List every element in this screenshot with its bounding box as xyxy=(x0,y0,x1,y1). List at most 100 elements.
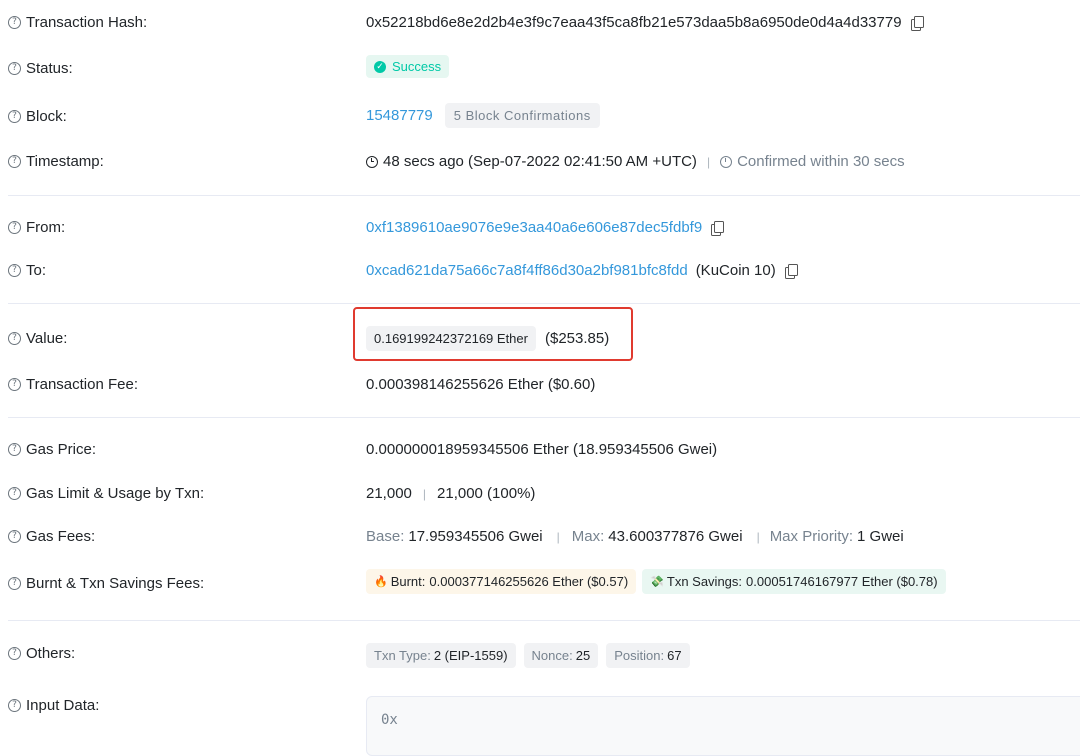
help-icon[interactable]: ? xyxy=(8,332,21,345)
label-text: Block: xyxy=(26,108,67,125)
base-fee-value: 17.959345506 Gwei xyxy=(408,528,543,545)
separator: | xyxy=(556,529,560,544)
clock-icon xyxy=(366,155,378,168)
label-to: ? To: xyxy=(8,262,46,279)
copy-icon[interactable] xyxy=(710,220,725,236)
label-gas-fees: ? Gas Fees: xyxy=(8,528,95,545)
burnt-value: 0.000377146255626 Ether ($0.57) xyxy=(429,574,629,589)
label-gas-price: ? Gas Price: xyxy=(8,441,96,458)
max-fee-label: Max: xyxy=(571,528,605,545)
label-text: Gas Price: xyxy=(26,441,97,458)
label-status: ? Status: xyxy=(8,60,73,77)
help-icon[interactable]: ? xyxy=(8,699,21,712)
savings-label: Txn Savings: xyxy=(666,574,743,589)
help-icon[interactable]: ? xyxy=(8,443,21,456)
burnt-fee-badge: 🔥 Burnt: 0.000377146255626 Ether ($0.57) xyxy=(366,569,637,594)
savings-value: 0.00051746167977 Ether ($0.78) xyxy=(746,574,938,589)
gas-limit-text: 21,000 xyxy=(366,485,412,502)
block-confirmations-badge: 5 Block Confirmations xyxy=(444,103,600,128)
gas-usage-text: 21,000 (100%) xyxy=(437,485,536,502)
input-data-text: 0x xyxy=(381,712,398,728)
max-priority-value: 1 Gwei xyxy=(857,528,904,545)
label-text: Status: xyxy=(26,60,73,77)
confirmed-within-text: Confirmed within 30 secs xyxy=(737,153,905,170)
row-burnt-savings: ? Burnt & Txn Savings Fees: 🔥 Burnt: 0.0… xyxy=(0,569,1080,597)
help-icon[interactable]: ? xyxy=(8,378,21,391)
help-icon[interactable]: ? xyxy=(8,62,21,75)
divider xyxy=(8,303,1080,304)
help-icon[interactable]: ? xyxy=(8,487,21,500)
label-text: To: xyxy=(26,262,47,279)
value-burnt-savings: 🔥 Burnt: 0.000377146255626 Ether ($0.57)… xyxy=(366,569,946,594)
fire-icon: 🔥 xyxy=(374,575,388,588)
txn-type-value: 2 (EIP-1559) xyxy=(433,648,508,663)
copy-icon[interactable] xyxy=(784,263,798,279)
max-fee-value: 43.600377876 Gwei xyxy=(608,528,743,545)
label-text: Value: xyxy=(26,330,68,347)
label-text: Transaction Hash: xyxy=(26,14,148,31)
burnt-label: Burnt: xyxy=(390,574,426,589)
help-icon[interactable]: ? xyxy=(8,577,21,590)
help-icon[interactable]: ? xyxy=(8,16,21,29)
base-fee-label: Base: xyxy=(366,528,405,545)
label-text: Gas Limit & Usage by Txn: xyxy=(26,485,205,502)
row-transaction-fee: ? Transaction Fee: 0.000398146255626 Eth… xyxy=(0,375,1080,397)
nonce-badge: Nonce: 25 xyxy=(523,643,599,668)
help-icon[interactable]: ? xyxy=(8,221,21,234)
check-circle-icon: ✓ xyxy=(374,60,386,73)
status-badge: ✓ Success xyxy=(366,55,450,78)
label-text: From: xyxy=(26,219,66,236)
nonce-value: 25 xyxy=(575,648,591,663)
help-icon[interactable]: ? xyxy=(8,530,21,543)
value-to: 0xcad621da75a66c7a8f4ff86d30a2bf981bfc8f… xyxy=(366,262,798,279)
label-burnt-savings: ? Burnt & Txn Savings Fees: xyxy=(8,575,204,592)
timer-icon xyxy=(720,155,733,168)
label-gas-limit: ? Gas Limit & Usage by Txn: xyxy=(8,485,204,502)
from-address-link[interactable]: 0xf1389610ae9076e9e3aa40a6e606e87dec5fdb… xyxy=(366,219,702,236)
label-from: ? From: xyxy=(8,219,65,236)
label-others: ? Others: xyxy=(8,645,75,662)
value-status: ✓ Success xyxy=(366,55,450,78)
to-address-link[interactable]: 0xcad621da75a66c7a8f4ff86d30a2bf981bfc8f… xyxy=(366,262,688,279)
value-gas-limit: 21,000 | 21,000 (100%) xyxy=(366,485,535,502)
label-timestamp: ? Timestamp: xyxy=(8,153,104,170)
help-icon[interactable]: ? xyxy=(8,264,21,277)
copy-icon[interactable] xyxy=(910,15,924,31)
label-text: Burnt & Txn Savings Fees: xyxy=(26,575,205,592)
label-text: Timestamp: xyxy=(26,153,104,170)
row-others: ? Others: Txn Type: 2 (EIP-1559) Nonce: … xyxy=(0,642,1080,670)
row-timestamp: ? Timestamp: 48 secs ago (Sep-07-2022 02… xyxy=(0,153,1080,175)
divider xyxy=(8,620,1080,621)
row-gas-price: ? Gas Price: 0.000000018959345506 Ether … xyxy=(0,441,1080,463)
label-value: ? Value: xyxy=(8,330,67,347)
txn-type-badge: Txn Type: 2 (EIP-1559) xyxy=(366,643,516,668)
position-value: 67 xyxy=(667,648,682,663)
status-text: Success xyxy=(392,59,442,74)
value-timestamp: 48 secs ago (Sep-07-2022 02:41:50 AM +UT… xyxy=(366,153,905,170)
value-from: 0xf1389610ae9076e9e3aa40a6e606e87dec5fdb… xyxy=(366,219,725,236)
help-icon[interactable]: ? xyxy=(8,110,21,123)
help-icon[interactable]: ? xyxy=(8,647,21,660)
label-text: Others: xyxy=(26,645,76,662)
value-others: Txn Type: 2 (EIP-1559) Nonce: 25 Positio… xyxy=(366,643,690,668)
txn-type-label: Txn Type: xyxy=(374,648,431,663)
label-transaction-fee: ? Transaction Fee: xyxy=(8,376,138,393)
value-gas-fees: Base: 17.959345506 Gwei | Max: 43.600377… xyxy=(366,528,904,545)
divider xyxy=(8,195,1080,196)
label-text: Input Data: xyxy=(26,697,100,714)
money-icon: 💸 xyxy=(650,575,664,588)
label-text: Gas Fees: xyxy=(26,528,96,545)
label-block: ? Block: xyxy=(8,108,67,125)
timestamp-text: 48 secs ago (Sep-07-2022 02:41:50 AM +UT… xyxy=(383,153,697,170)
row-gas-fees: ? Gas Fees: Base: 17.959345506 Gwei | Ma… xyxy=(0,527,1080,549)
row-transaction-hash: ? Transaction Hash: 0x52218bd6e8e2d2b4e3… xyxy=(0,12,1080,34)
help-icon[interactable]: ? xyxy=(8,155,21,168)
value-gas-price: 0.000000018959345506 Ether (18.959345506… xyxy=(366,441,717,458)
to-address-name: (KuCoin 10) xyxy=(695,262,776,279)
max-priority-label: Max Priority: xyxy=(769,528,854,545)
block-number-link[interactable]: 15487779 xyxy=(366,107,433,124)
input-data-box[interactable]: 0x xyxy=(366,696,1080,756)
row-to: ? To: 0xcad621da75a66c7a8f4ff86d30a2bf98… xyxy=(0,262,1080,284)
position-label: Position: xyxy=(614,648,665,663)
position-badge: Position: 67 xyxy=(606,643,690,668)
